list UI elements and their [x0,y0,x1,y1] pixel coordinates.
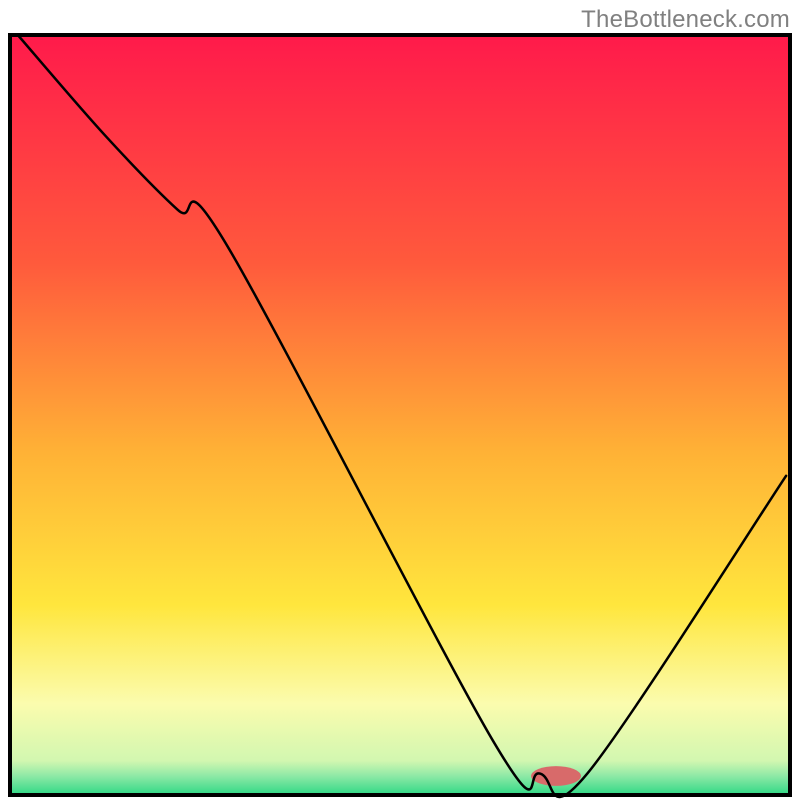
sweet-spot-marker [531,766,581,786]
chart-svg [0,0,800,800]
chart-container: TheBottleneck.com [0,0,800,800]
plot-background [10,35,790,795]
watermark-text: TheBottleneck.com [581,6,790,34]
